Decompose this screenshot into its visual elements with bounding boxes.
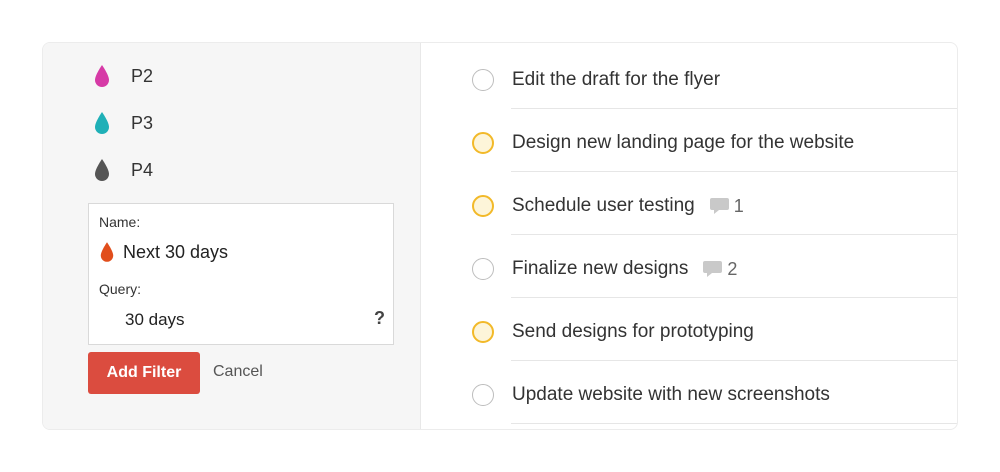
task-content: Update website with new screenshots (512, 381, 830, 409)
task-row[interactable]: Edit the draft for the flyer (421, 46, 957, 109)
drop-icon (95, 112, 109, 134)
task-title: Finalize new designs (512, 258, 689, 279)
task-row[interactable]: Schedule user testing 1 (421, 172, 957, 235)
priority-item-p3[interactable]: P3 (93, 108, 153, 138)
filter-editor-panel: P2 P3 P4 Name: Query: ? (42, 42, 958, 430)
priority-label: P3 (131, 112, 154, 133)
priority-label: P2 (131, 65, 154, 86)
drop-icon (95, 65, 109, 87)
task-checkbox[interactable] (472, 132, 494, 154)
task-checkbox[interactable] (472, 69, 494, 91)
query-help-button[interactable]: ? (374, 308, 385, 329)
task-content: Edit the draft for the flyer (512, 66, 720, 94)
drop-icon (95, 159, 109, 181)
task-row[interactable]: Send designs for prototyping (421, 298, 957, 361)
task-row[interactable]: Update website with new screenshots (421, 361, 957, 424)
task-row[interactable]: Finalize new designs 2 (421, 235, 957, 298)
task-content: Send designs for prototyping (512, 318, 754, 346)
task-list: Edit the draft for the flyer Design new … (421, 43, 957, 429)
task-checkbox[interactable] (472, 195, 494, 217)
comment-count: 2 (727, 258, 738, 279)
comment-indicator[interactable]: 2 (702, 259, 737, 280)
comment-indicator[interactable]: 1 (709, 196, 744, 217)
task-title: Design new landing page for the website (512, 132, 855, 153)
comment-count: 1 (733, 195, 744, 216)
task-checkbox[interactable] (472, 384, 494, 406)
task-content: Design new landing page for the website (512, 129, 854, 157)
task-row[interactable]: Design new landing page for the website (421, 109, 957, 172)
task-title: Update website with new screenshots (512, 384, 830, 405)
task-title: Schedule user testing (512, 195, 695, 216)
comment-icon (709, 197, 729, 214)
name-label: Name: (99, 214, 141, 230)
task-content: Finalize new designs 2 (512, 255, 737, 283)
priority-item-p2[interactable]: P2 (93, 61, 153, 91)
task-title: Send designs for prototyping (512, 321, 754, 342)
priority-item-p4[interactable]: P4 (93, 155, 153, 185)
filter-name-input[interactable] (123, 241, 373, 263)
cancel-button[interactable]: Cancel (213, 363, 263, 381)
drop-icon[interactable] (99, 241, 115, 263)
divider (511, 423, 957, 424)
filter-query-input[interactable] (125, 310, 355, 330)
name-row (99, 238, 373, 266)
sidebar: P2 P3 P4 Name: Query: ? (43, 43, 421, 429)
add-filter-button[interactable]: Add Filter (88, 352, 200, 394)
task-content: Schedule user testing 1 (512, 192, 744, 220)
filter-form: Name: Query: ? (88, 203, 394, 345)
task-checkbox[interactable] (472, 321, 494, 343)
task-title: Edit the draft for the flyer (512, 69, 721, 90)
comment-icon (703, 260, 723, 277)
query-label: Query: (99, 281, 142, 297)
priority-label: P4 (131, 159, 154, 180)
task-checkbox[interactable] (472, 258, 494, 280)
